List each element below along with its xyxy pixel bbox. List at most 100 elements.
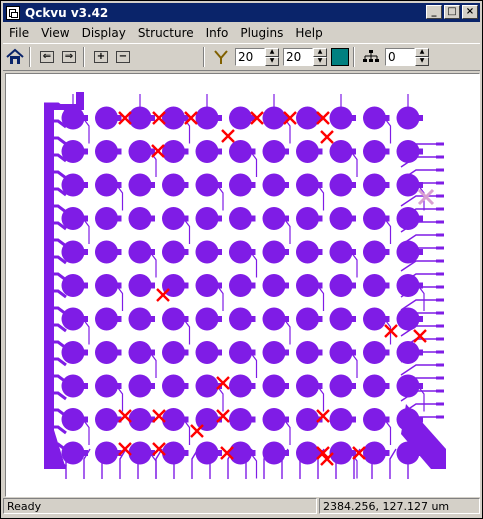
pad-neck <box>248 450 256 456</box>
close-button[interactable]: × <box>462 5 478 19</box>
pad-neck <box>416 282 423 289</box>
error-marker <box>316 409 330 423</box>
hierarchy-button[interactable] <box>361 47 381 67</box>
pad-neck <box>416 383 423 389</box>
pad-neck <box>114 215 122 222</box>
pad-neck <box>148 182 155 188</box>
pad-neck <box>181 215 189 222</box>
pad-neck <box>416 115 423 121</box>
pan-left-button[interactable]: ⇐ <box>37 47 57 67</box>
pad-neck <box>382 349 390 356</box>
minimize-button[interactable]: _ <box>426 5 442 19</box>
zoom-out-button[interactable]: − <box>113 47 133 67</box>
coordinate-readout: 2384.256, 127.127 um <box>319 498 480 514</box>
pad-neck <box>416 450 423 456</box>
spin-field-2: ▲▼ <box>283 48 327 66</box>
spin-field-3: ▲▼ <box>385 48 429 66</box>
title-bar[interactable]: Qckvu v3.42 _ □ × <box>3 3 480 22</box>
depth-input[interactable] <box>385 48 415 66</box>
maximize-button[interactable]: □ <box>444 5 460 19</box>
pad-neck <box>114 115 122 121</box>
pad-neck <box>349 316 356 322</box>
trace <box>250 352 258 378</box>
pad-neck <box>315 316 323 322</box>
trace <box>417 184 425 211</box>
home-icon <box>6 48 24 64</box>
pad-neck <box>416 215 423 222</box>
pad-neck <box>215 450 222 456</box>
spin-down-2[interactable]: ▼ <box>313 57 327 66</box>
pad-neck <box>181 383 189 389</box>
trace <box>317 385 325 412</box>
trace-stub <box>436 376 444 380</box>
pad-neck <box>416 148 423 155</box>
pad-neck <box>81 215 88 222</box>
trace <box>317 184 325 211</box>
menu-info[interactable]: Info <box>200 26 235 40</box>
menu-help[interactable]: Help <box>289 26 328 40</box>
pad-neck <box>215 215 222 222</box>
error-marker-faded <box>417 188 435 206</box>
pad-neck <box>282 349 289 356</box>
layer-min-input[interactable] <box>235 48 265 66</box>
trace-stub <box>436 389 444 393</box>
trace-stub <box>436 168 444 172</box>
error-marker <box>320 130 334 144</box>
pad-neck <box>114 282 122 289</box>
trace <box>250 251 258 278</box>
trace-stub <box>436 194 444 198</box>
spin-up-2[interactable]: ▲ <box>313 48 327 57</box>
pad-neck <box>349 349 356 356</box>
trace <box>250 151 258 177</box>
trace <box>384 419 392 445</box>
app-icon[interactable] <box>6 5 20 20</box>
color-swatch[interactable] <box>331 48 349 66</box>
pan-right-button[interactable]: ⇒ <box>59 47 79 67</box>
trace-stub <box>436 350 444 354</box>
spin-up-3[interactable]: ▲ <box>415 48 429 57</box>
pad-neck <box>382 215 390 222</box>
filter-icon <box>214 50 228 64</box>
pad-neck <box>382 316 390 322</box>
menu-display[interactable]: Display <box>76 26 132 40</box>
pad-neck <box>248 249 256 255</box>
pad-neck <box>81 182 88 188</box>
spin-up-1[interactable]: ▲ <box>265 48 279 57</box>
spin-down-3[interactable]: ▼ <box>415 57 429 66</box>
toolbar-separator <box>203 47 205 67</box>
pad-neck <box>81 148 88 155</box>
error-marker <box>190 424 204 438</box>
trace <box>350 151 358 177</box>
trace <box>400 364 436 376</box>
status-text: Ready <box>3 498 317 514</box>
layout-canvas[interactable] <box>5 73 480 497</box>
menu-view[interactable]: View <box>35 26 75 40</box>
pad-neck <box>148 215 155 222</box>
pad-neck <box>315 148 323 155</box>
pad-neck <box>148 282 155 289</box>
zoom-in-button[interactable]: + <box>91 47 111 67</box>
pad-neck <box>148 249 155 255</box>
trace <box>389 448 397 479</box>
status-bar: Ready 2384.256, 127.127 um <box>3 498 480 516</box>
zoom-out-icon: − <box>116 51 130 63</box>
trace <box>149 452 157 479</box>
menu-structure[interactable]: Structure <box>132 26 200 40</box>
pad-neck <box>81 282 88 289</box>
menu-file[interactable]: File <box>3 26 35 40</box>
home-button[interactable] <box>5 47 25 67</box>
trace <box>417 285 425 311</box>
layout-drawing[interactable] <box>6 74 479 496</box>
pad-neck <box>181 450 189 456</box>
pad-neck <box>114 249 122 255</box>
layer-max-input[interactable] <box>283 48 313 66</box>
spin-down-1[interactable]: ▼ <box>265 57 279 66</box>
menu-plugins[interactable]: Plugins <box>234 26 289 40</box>
trace <box>417 385 425 412</box>
spin-field-1: ▲▼ <box>235 48 279 66</box>
trace-stub <box>436 220 444 224</box>
pad-neck <box>181 349 189 356</box>
filter-button[interactable] <box>211 47 231 67</box>
trace <box>283 419 291 445</box>
pad-neck <box>181 316 189 322</box>
